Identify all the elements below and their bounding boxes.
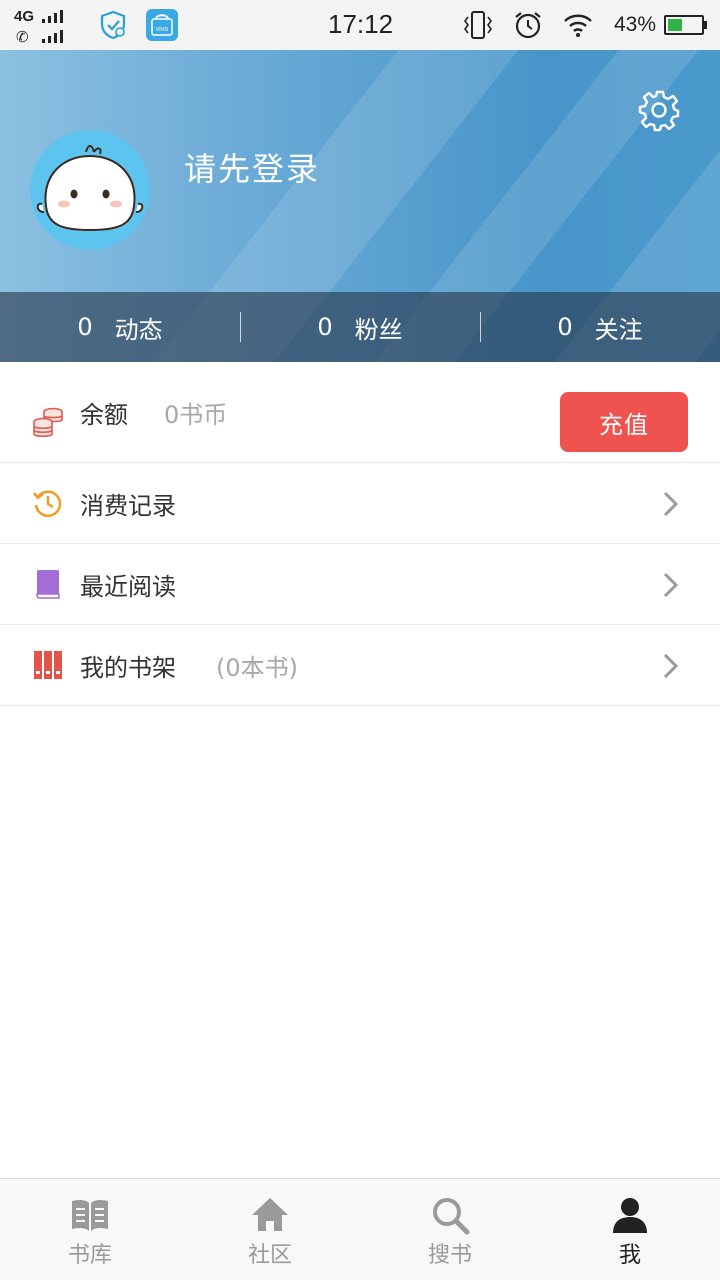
vivo-store-icon: vivo bbox=[146, 9, 178, 41]
tab-label: 社区 bbox=[247, 1243, 292, 1268]
vibrate-icon bbox=[464, 11, 492, 39]
bookshelf-count: (0本书) bbox=[216, 653, 298, 682]
tab-label: 搜书 bbox=[427, 1243, 472, 1268]
tab-label: 书库 bbox=[67, 1243, 112, 1268]
settings-button[interactable] bbox=[638, 88, 682, 132]
network-type: 4G bbox=[14, 8, 35, 25]
svg-text:vivo: vivo bbox=[156, 26, 169, 33]
menu-item-label: 消费记录 bbox=[80, 491, 176, 520]
signal-group: 4G ✆ bbox=[14, 6, 76, 46]
menu-item-recent-reading[interactable]: 最近阅读 bbox=[0, 544, 720, 625]
menu-item-label: 我的书架 bbox=[80, 653, 176, 682]
menu-item-bookshelf[interactable]: 我的书架 (0本书) bbox=[0, 625, 720, 706]
home-icon bbox=[252, 1198, 288, 1231]
stat-activity[interactable]: 0 动态 bbox=[0, 292, 240, 362]
menu-item-consumption-history[interactable]: 消费记录 bbox=[0, 463, 720, 544]
menu-list: 余额 0书币 充值 消费记录 最近阅读 我的书架 (0本书) bbox=[0, 362, 720, 706]
chevron-right-icon bbox=[663, 572, 679, 598]
person-icon bbox=[613, 1198, 647, 1233]
wifi-icon bbox=[564, 14, 592, 37]
balance-value: 0书币 bbox=[164, 400, 228, 429]
login-prompt[interactable]: 请先登录 bbox=[184, 144, 320, 190]
tab-me[interactable]: 我 bbox=[540, 1179, 720, 1280]
stat-label: 动态 bbox=[114, 315, 163, 344]
clock: 17:12 bbox=[328, 9, 394, 39]
tab-library[interactable]: 书库 bbox=[0, 1179, 180, 1280]
book-icon bbox=[36, 570, 60, 599]
balance-label: 余额 bbox=[80, 400, 128, 429]
tab-search-books[interactable]: 搜书 bbox=[360, 1179, 540, 1280]
chevron-right-icon bbox=[663, 653, 679, 679]
search-icon bbox=[433, 1198, 470, 1235]
status-bar: 4G ✆ vivo 17:12 43% bbox=[0, 0, 720, 50]
signal-icon-2 bbox=[42, 30, 63, 43]
history-icon bbox=[33, 490, 62, 517]
bottom-tab-bar: 书库 社区 搜书 我 bbox=[0, 1178, 720, 1280]
stat-value: 0 bbox=[77, 313, 93, 341]
balance-row: 余额 0书币 充值 bbox=[0, 362, 720, 463]
stat-value: 0 bbox=[557, 313, 573, 341]
avatar[interactable] bbox=[30, 130, 150, 250]
stat-followers[interactable]: 0 粉丝 bbox=[240, 292, 480, 362]
battery-percent: 43% bbox=[614, 13, 657, 36]
stat-label: 关注 bbox=[594, 315, 643, 344]
signal-icon bbox=[42, 10, 63, 23]
alarm-icon bbox=[515, 12, 541, 39]
profile-header: 请先登录 0 动态 0 粉丝 0 关注 bbox=[0, 50, 720, 362]
mascot-avatar bbox=[36, 145, 144, 232]
stat-label: 粉丝 bbox=[354, 315, 403, 344]
call-signal-icon: ✆ bbox=[16, 28, 29, 46]
stats-bar: 0 动态 0 粉丝 0 关注 bbox=[0, 292, 720, 362]
gear-icon bbox=[638, 90, 680, 132]
stat-value: 0 bbox=[317, 313, 333, 341]
tab-label: 我 bbox=[618, 1243, 641, 1268]
library-icon bbox=[72, 1199, 108, 1231]
tab-community[interactable]: 社区 bbox=[180, 1179, 360, 1280]
stat-following[interactable]: 0 关注 bbox=[480, 292, 720, 362]
security-app-icon bbox=[100, 10, 126, 40]
battery-icon bbox=[664, 15, 707, 35]
menu-item-label: 最近阅读 bbox=[80, 572, 176, 601]
bookshelf-icon bbox=[34, 651, 62, 679]
chevron-right-icon bbox=[663, 491, 679, 517]
coins-icon bbox=[33, 407, 63, 438]
recharge-button[interactable]: 充值 bbox=[560, 392, 688, 452]
